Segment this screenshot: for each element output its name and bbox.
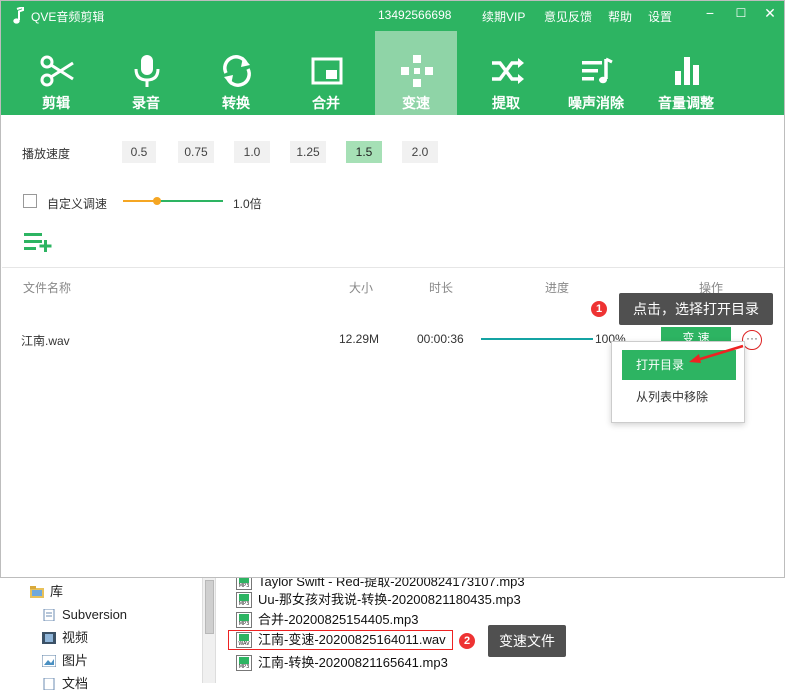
tab-speed[interactable]: 变速 bbox=[375, 31, 457, 115]
settings-link[interactable]: 设置 bbox=[648, 8, 672, 25]
video-icon bbox=[42, 632, 56, 644]
speed-slider-thumb[interactable] bbox=[153, 197, 161, 205]
shuffle-icon bbox=[492, 58, 524, 84]
document-icon bbox=[43, 678, 55, 690]
annotation-callout-1: 点击，选择打开目录 bbox=[619, 293, 773, 325]
tab-extract[interactable]: 提取 bbox=[465, 31, 547, 115]
highlight-box bbox=[228, 630, 453, 650]
app-window: QVE音频剪辑 13492566698 续期VIP 意见反馈 帮助 设置 − ☐… bbox=[0, 0, 785, 578]
annotation-badge-1: 1 bbox=[589, 299, 609, 319]
progress-bar bbox=[481, 338, 593, 340]
function-toolbar: 剪辑 录音 转换 合并 变速 提取 噪声消除 音量调整 bbox=[1, 31, 784, 115]
audio-file-icon: MP3 bbox=[236, 655, 252, 671]
menu-item-remove-from-list[interactable]: 从列表中移除 bbox=[622, 384, 736, 410]
app-title: QVE音频剪辑 bbox=[31, 10, 105, 24]
merge-icon bbox=[311, 57, 343, 85]
col-header-duration: 时长 bbox=[429, 281, 454, 295]
scrollbar-thumb[interactable] bbox=[205, 580, 214, 634]
audio-file-icon: MP3 bbox=[236, 612, 252, 628]
title-bar: QVE音频剪辑 13492566698 续期VIP 意见反馈 帮助 设置 − ☐… bbox=[1, 1, 784, 31]
explorer-scrollbar[interactable] bbox=[202, 578, 216, 683]
col-header-name: 文件名称 bbox=[23, 281, 72, 295]
document-icon bbox=[43, 609, 55, 621]
file-size-cell: 12.29M bbox=[339, 332, 380, 346]
music-note-icon bbox=[13, 7, 24, 24]
renew-vip-link[interactable]: 续期VIP bbox=[482, 8, 525, 25]
annotation-arrow-icon bbox=[689, 344, 744, 363]
tab-convert[interactable]: 转换 bbox=[195, 31, 277, 115]
speed-label: 播放速度 bbox=[22, 147, 71, 161]
speed-slider-fill bbox=[123, 200, 157, 202]
speed-icon bbox=[401, 55, 433, 87]
maximize-button[interactable]: ☐ bbox=[729, 3, 753, 25]
custom-speed-checkbox[interactable] bbox=[23, 194, 37, 208]
tree-item-library[interactable]: 库 bbox=[30, 582, 180, 602]
convert-icon bbox=[223, 55, 251, 87]
tree-item-pictures[interactable]: 图片 bbox=[42, 651, 192, 671]
tab-noise-removal[interactable]: 噪声消除 bbox=[555, 31, 637, 115]
audio-file-icon: MP3 bbox=[236, 592, 252, 608]
custom-speed-label: 自定义调速 bbox=[47, 197, 108, 211]
speed-option[interactable]: 1.25 bbox=[290, 141, 326, 163]
speed-option[interactable]: 1.0 bbox=[234, 141, 270, 163]
speed-option[interactable]: 0.5 bbox=[122, 141, 156, 163]
help-link[interactable]: 帮助 bbox=[608, 8, 632, 25]
col-header-progress: 进度 bbox=[545, 281, 570, 295]
picture-icon bbox=[42, 655, 56, 667]
custom-speed-value: 1.0倍 bbox=[233, 197, 262, 211]
scissors-icon bbox=[40, 55, 74, 87]
add-file-icon[interactable] bbox=[23, 231, 53, 253]
annotation-badge-2: 2 bbox=[457, 631, 477, 651]
close-button[interactable]: ✕ bbox=[758, 3, 782, 25]
speed-option-selected[interactable]: 1.5 bbox=[346, 141, 382, 163]
minimize-button[interactable]: − bbox=[698, 3, 722, 25]
explorer-nav-pane: 库 Subversion 视频 图片 文档 bbox=[0, 578, 200, 691]
speed-option[interactable]: 0.75 bbox=[178, 141, 214, 163]
tree-item-subversion[interactable]: Subversion bbox=[42, 605, 192, 625]
volume-bars-icon bbox=[675, 57, 699, 85]
tab-volume[interactable]: 音量调整 bbox=[645, 31, 727, 115]
speed-option[interactable]: 2.0 bbox=[402, 141, 438, 163]
microphone-icon bbox=[134, 55, 160, 87]
account-phone[interactable]: 13492566698 bbox=[378, 8, 451, 22]
tree-item-documents[interactable]: 文档 bbox=[42, 674, 192, 694]
annotation-callout-2: 变速文件 bbox=[488, 625, 566, 657]
file-name-cell: 江南.wav bbox=[21, 334, 70, 348]
feedback-link[interactable]: 意见反馈 bbox=[544, 8, 592, 25]
file-duration-cell: 00:00:36 bbox=[417, 332, 464, 346]
col-header-size: 大小 bbox=[349, 281, 374, 295]
tab-merge[interactable]: 合并 bbox=[285, 31, 367, 115]
library-folder-icon bbox=[30, 586, 44, 598]
divider bbox=[2, 267, 784, 268]
tab-record[interactable]: 录音 bbox=[105, 31, 187, 115]
noise-icon bbox=[582, 57, 613, 84]
tree-item-videos[interactable]: 视频 bbox=[42, 628, 192, 648]
tab-cut[interactable]: 剪辑 bbox=[15, 31, 97, 115]
